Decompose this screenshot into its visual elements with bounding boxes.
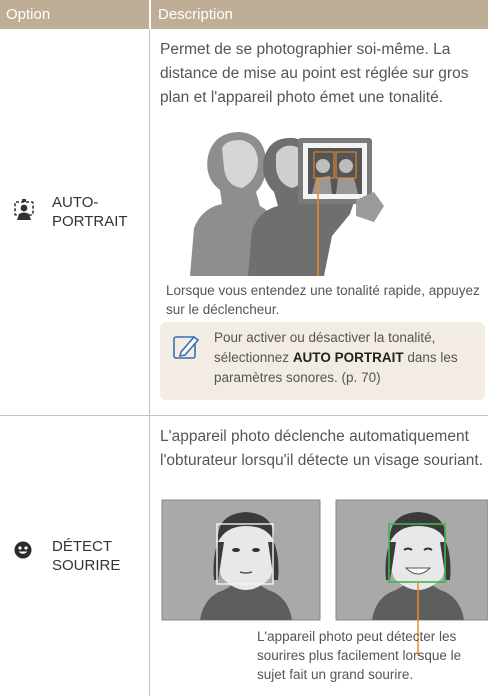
option-label-auto-portrait: AUTO- PORTRAIT <box>52 193 128 231</box>
caption-auto-portrait: Lorsque vous entendez une tonalité rapid… <box>166 283 480 317</box>
note-text-bold: AUTO PORTRAIT <box>292 350 404 365</box>
table-header: Option Description <box>0 0 488 29</box>
description-detect-sourire: L'appareil photo déclenche automatiqueme… <box>160 428 483 469</box>
note-box: Pour activer ou désactiver la tonalité, … <box>160 322 485 400</box>
option-label-detect-sourire: DÉTECT SOURIRE <box>52 537 120 575</box>
column-divider <box>149 29 150 415</box>
note-text: Pour activer ou désactiver la tonalité, … <box>214 328 479 388</box>
column-divider <box>149 416 150 696</box>
option-label-line: SOURIRE <box>52 557 121 574</box>
header-divider <box>149 0 151 29</box>
header-option: Option <box>6 6 51 23</box>
smile-face-icon <box>14 541 32 564</box>
option-label-line: PORTRAIT <box>52 213 128 230</box>
caption-detect-sourire: L'appareil photo peut détecter les souri… <box>257 629 462 682</box>
option-label-line: DÉTECT <box>52 538 112 555</box>
self-portrait-icon <box>14 199 34 226</box>
option-label-line: AUTO- <box>52 194 99 211</box>
row-divider <box>0 415 488 416</box>
pencil-note-icon <box>172 334 200 365</box>
header-description: Description <box>158 6 234 23</box>
description-auto-portrait: Permet de se photographier soi-même. La … <box>160 41 469 106</box>
self-portrait-illustration <box>160 118 485 276</box>
